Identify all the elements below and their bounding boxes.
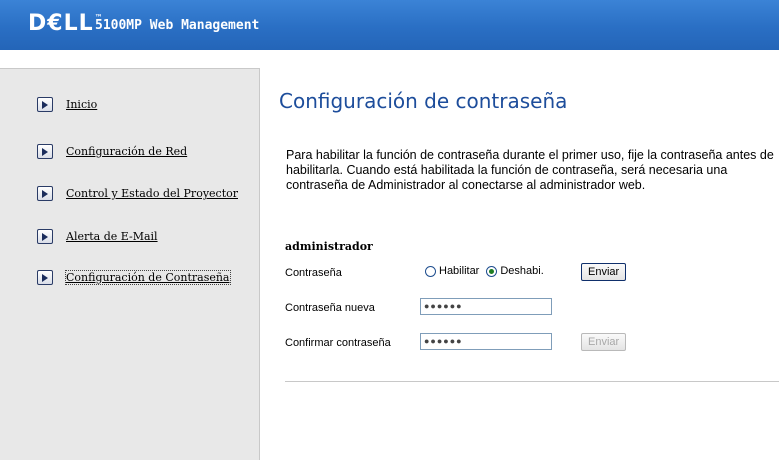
main-content: Configuración de contraseña Para habilit… <box>260 68 779 459</box>
divider <box>285 381 779 382</box>
sidebar-item-label[interactable]: Control y Estado del Proyector <box>66 187 238 200</box>
play-arrow-icon[interactable] <box>37 186 53 201</box>
password-label: Contraseña <box>285 267 342 279</box>
sidebar-item-configuracion-red[interactable]: Configuración de Red <box>37 144 187 159</box>
confirm-password-label: Confirmar contraseña <box>285 337 391 349</box>
submit-password-mode-button[interactable]: Enviar <box>581 263 627 281</box>
sidebar-item-control-proyector[interactable]: Control y Estado del Proyector <box>37 186 238 201</box>
radio-enable[interactable] <box>425 265 436 277</box>
password-mode-radio-group: Habilitar Deshabi. <box>425 265 551 277</box>
play-arrow-icon[interactable] <box>37 97 53 112</box>
description-text: Para habilitar la función de contraseña … <box>286 148 774 192</box>
radio-disable-label[interactable]: Deshabi. <box>500 265 543 277</box>
radio-disable[interactable] <box>486 265 498 277</box>
product-title: 5100MP Web Management <box>95 18 260 33</box>
confirm-password-field[interactable]: ●●●●●● <box>420 333 552 350</box>
play-arrow-icon[interactable] <box>37 229 53 244</box>
page-title: Configuración de contraseña <box>279 89 568 113</box>
submit-password-button[interactable]: Enviar <box>581 333 627 351</box>
sidebar-item-configuracion-contrasena[interactable]: Configuración de Contraseña <box>37 270 231 285</box>
sidebar: Inicio Configuración de Red Control y Es… <box>0 68 260 460</box>
new-password-field[interactable]: ●●●●●● <box>420 298 552 315</box>
sidebar-item-label[interactable]: Inicio <box>66 98 97 111</box>
sidebar-item-label[interactable]: Configuración de Contraseña <box>65 270 231 285</box>
sidebar-item-label[interactable]: Alerta de E-Mail <box>66 230 158 243</box>
play-arrow-icon[interactable] <box>37 144 53 159</box>
header-banner: D€LL™ 5100MP Web Management <box>0 0 779 50</box>
header-spacer <box>0 50 779 68</box>
radio-enable-label[interactable]: Habilitar <box>439 265 479 277</box>
sidebar-item-label[interactable]: Configuración de Red <box>66 145 187 158</box>
dell-logo: D€LL™ <box>28 11 104 36</box>
sidebar-item-inicio[interactable]: Inicio <box>37 97 97 112</box>
new-password-label: Contraseña nueva <box>285 302 375 314</box>
play-arrow-icon[interactable] <box>37 270 53 285</box>
section-title: administrador <box>285 240 373 253</box>
sidebar-item-alerta-email[interactable]: Alerta de E-Mail <box>37 229 158 244</box>
